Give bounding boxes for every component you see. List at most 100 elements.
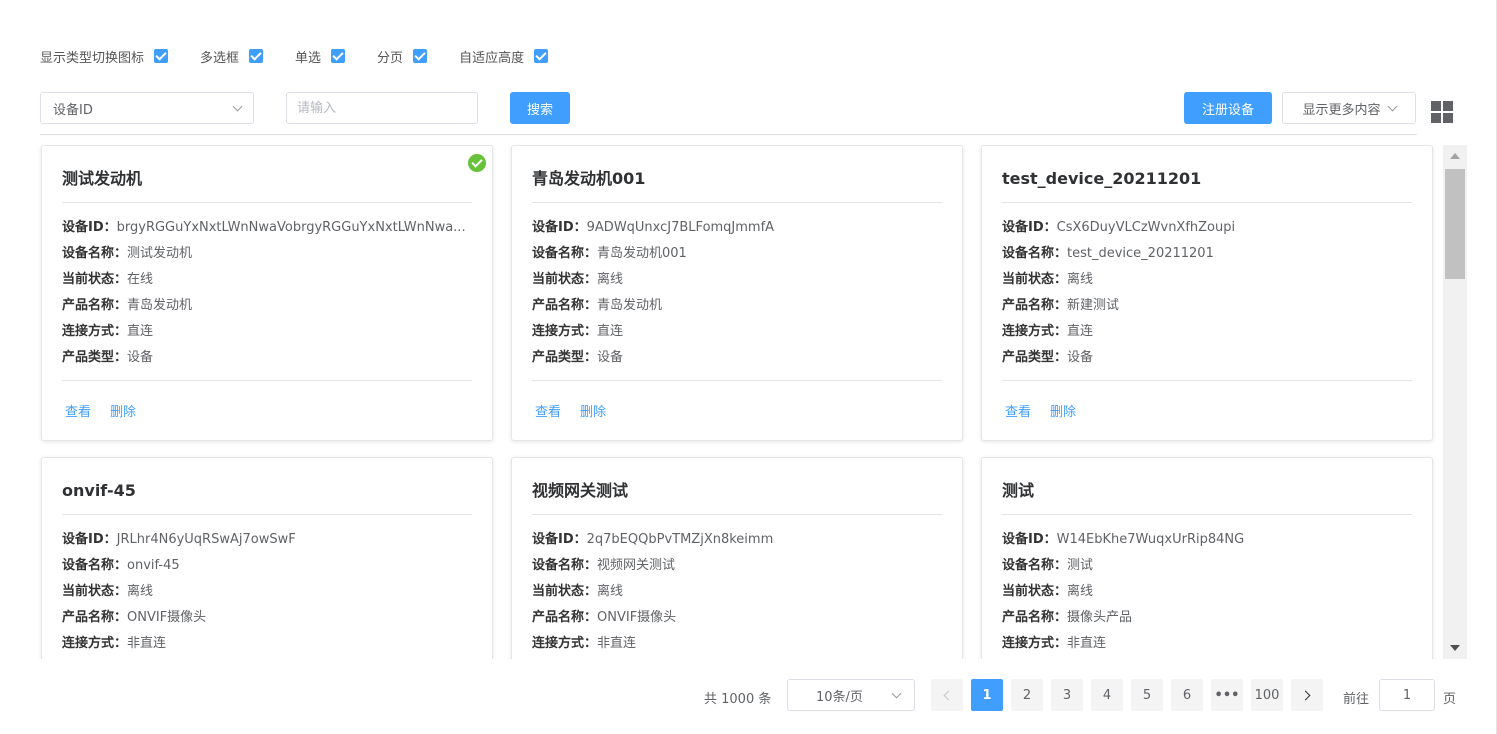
selected-check-icon [468,154,486,172]
device-name-row: 设备名称：测试发动机 [62,246,193,261]
chevron-left-icon [943,690,954,700]
connection-row: 连接方式：直连 [62,324,154,339]
card-title: onvif-45 [62,458,472,515]
device-name-row: 设备名称：onvif-45 [62,558,180,573]
device-name-row: 设备名称：视频网关测试 [532,558,676,573]
vertical-scrollbar[interactable] [1443,145,1467,659]
device-card[interactable]: 青岛发动机001 设备ID：9ADWqUnxcJ7BLFomqJmmfA 设备名… [511,145,963,441]
total-count: 共 1000 条 [704,692,772,707]
device-id-row: 设备ID：JRLhr4N6yUqRSwAj7owSwF [62,532,296,547]
product-name-row: 产品名称：青岛发动机 [62,298,193,313]
checkbox-checked-icon[interactable] [413,49,428,63]
device-card[interactable]: onvif-45 设备ID：JRLhr4N6yUqRSwAj7owSwF 设备名… [41,457,493,659]
chevron-down-icon [891,688,902,698]
product-name-row: 产品名称：摄像头产品 [1002,610,1133,625]
checkbox-checked-icon[interactable] [331,49,346,63]
option-label: 自适应高度 [459,50,525,66]
page-size-value: 10条/页 [816,689,863,705]
device-id-row: 设备ID：brgyRGGuYxNxtLWnNwaVobrgyRGGuYxNxtL… [62,220,466,235]
delete-link[interactable]: 删除 [1050,405,1076,420]
search-field-value: 设备ID [53,102,93,118]
card-actions: 查看 删除 [62,380,472,420]
more-pages-button[interactable]: ••• [1211,679,1243,711]
card-title: 青岛发动机001 [532,146,942,203]
delete-link[interactable]: 删除 [580,405,606,420]
last-page-button[interactable]: 100 [1251,679,1283,711]
product-type-row: 产品类型：设备 [62,350,154,365]
grid-view-icon[interactable] [1431,101,1453,123]
device-id-row: 设备ID：CsX6DuyVLCzWvnXfhZoupi [1002,220,1236,235]
goto-page-input[interactable] [1379,679,1435,711]
card-title: 测试 [1002,458,1412,515]
checkbox-checked-icon[interactable] [154,49,169,63]
option-adaptive-height[interactable]: 自适应高度 [459,47,549,66]
scroll-down-arrow-icon[interactable] [1450,645,1460,651]
checkbox-checked-icon[interactable] [534,49,549,63]
card-actions: 查看 删除 [532,380,942,420]
device-name-row: 设备名称：青岛发动机001 [532,246,687,261]
display-options: 显示类型切换图标 多选框 单选 分页 自适应高度 [40,46,580,66]
chevron-down-icon [232,101,243,111]
chevron-down-icon [1387,101,1397,111]
show-more-dropdown[interactable]: 显示更多内容 [1282,92,1416,124]
show-more-label: 显示更多内容 [1302,102,1381,118]
device-id-row: 设备ID：2q7bEQQbPvTMZjXn8keimm [532,532,774,547]
status-row: 当前状态：离线 [532,584,624,599]
view-link[interactable]: 查看 [535,405,561,420]
card-title: test_device_20211201 [1002,146,1412,203]
card-actions: 查看 删除 [1002,380,1412,420]
option-type-switch-icon[interactable]: 显示类型切换图标 [40,47,169,66]
product-name-row: 产品名称：新建测试 [1002,298,1120,313]
connection-row: 连接方式：直连 [1002,324,1094,339]
connection-row: 连接方式：非直连 [62,636,167,651]
device-id-row: 设备ID：W14EbKhe7WuqxUrRip84NG [1002,532,1245,547]
page-button[interactable]: 2 [1011,679,1043,711]
chevron-right-icon [1300,690,1311,700]
option-multi-select[interactable]: 多选框 [200,47,264,66]
register-device-button[interactable]: 注册设备 [1184,92,1272,124]
option-pagination[interactable]: 分页 [377,47,428,66]
view-link[interactable]: 查看 [1005,405,1031,420]
search-field-select[interactable]: 设备ID [40,92,254,124]
page-button[interactable]: 3 [1051,679,1083,711]
page-button[interactable]: 6 [1171,679,1203,711]
product-type-row: 产品类型：设备 [532,350,624,365]
delete-link[interactable]: 删除 [110,405,136,420]
device-card[interactable]: test_device_20211201 设备ID：CsX6DuyVLCzWvn… [981,145,1433,441]
option-label: 单选 [295,50,322,66]
next-page-button[interactable] [1291,679,1323,711]
option-label: 分页 [377,50,404,66]
device-card[interactable]: 测试发动机 设备ID：brgyRGGuYxNxtLWnNwaVobrgyRGGu… [41,145,493,441]
page-button[interactable]: 5 [1131,679,1163,711]
scroll-thumb[interactable] [1445,169,1465,279]
page-size-select[interactable]: 10条/页 [787,679,915,711]
product-name-row: 产品名称：青岛发动机 [532,298,663,313]
product-name-row: 产品名称：ONVIF摄像头 [532,610,677,625]
status-row: 当前状态：离线 [532,272,624,287]
device-card-list: 测试发动机 设备ID：brgyRGGuYxNxtLWnNwaVobrgyRGGu… [30,145,1442,659]
page-unit-label: 页 [1443,692,1457,707]
device-card[interactable]: 测试 设备ID：W14EbKhe7WuqxUrRip84NG 设备名称：测试 当… [981,457,1433,659]
status-row: 当前状态：在线 [62,272,154,287]
checkbox-checked-icon[interactable] [249,49,264,63]
product-type-row: 产品类型：设备 [1002,350,1094,365]
device-name-row: 设备名称：测试 [1002,558,1094,573]
option-single-select[interactable]: 单选 [295,47,346,66]
search-input[interactable] [286,92,478,124]
device-id-row: 设备ID：9ADWqUnxcJ7BLFomqJmmfA [532,220,775,235]
search-button[interactable]: 搜索 [510,92,570,124]
option-label: 显示类型切换图标 [40,50,145,66]
page-button[interactable]: 4 [1091,679,1123,711]
card-title: 测试发动机 [62,146,472,203]
device-card[interactable]: 视频网关测试 设备ID：2q7bEQQbPvTMZjXn8keimm 设备名称：… [511,457,963,659]
prev-page-button[interactable] [931,679,963,711]
status-row: 当前状态：离线 [1002,584,1094,599]
page-button[interactable]: 1 [971,679,1003,711]
card-title: 视频网关测试 [532,458,942,515]
toolbar-divider [40,134,1417,135]
scroll-up-arrow-icon[interactable] [1450,153,1460,159]
connection-row: 连接方式：直连 [532,324,624,339]
view-link[interactable]: 查看 [65,405,91,420]
connection-row: 连接方式：非直连 [532,636,637,651]
connection-row: 连接方式：非直连 [1002,636,1107,651]
